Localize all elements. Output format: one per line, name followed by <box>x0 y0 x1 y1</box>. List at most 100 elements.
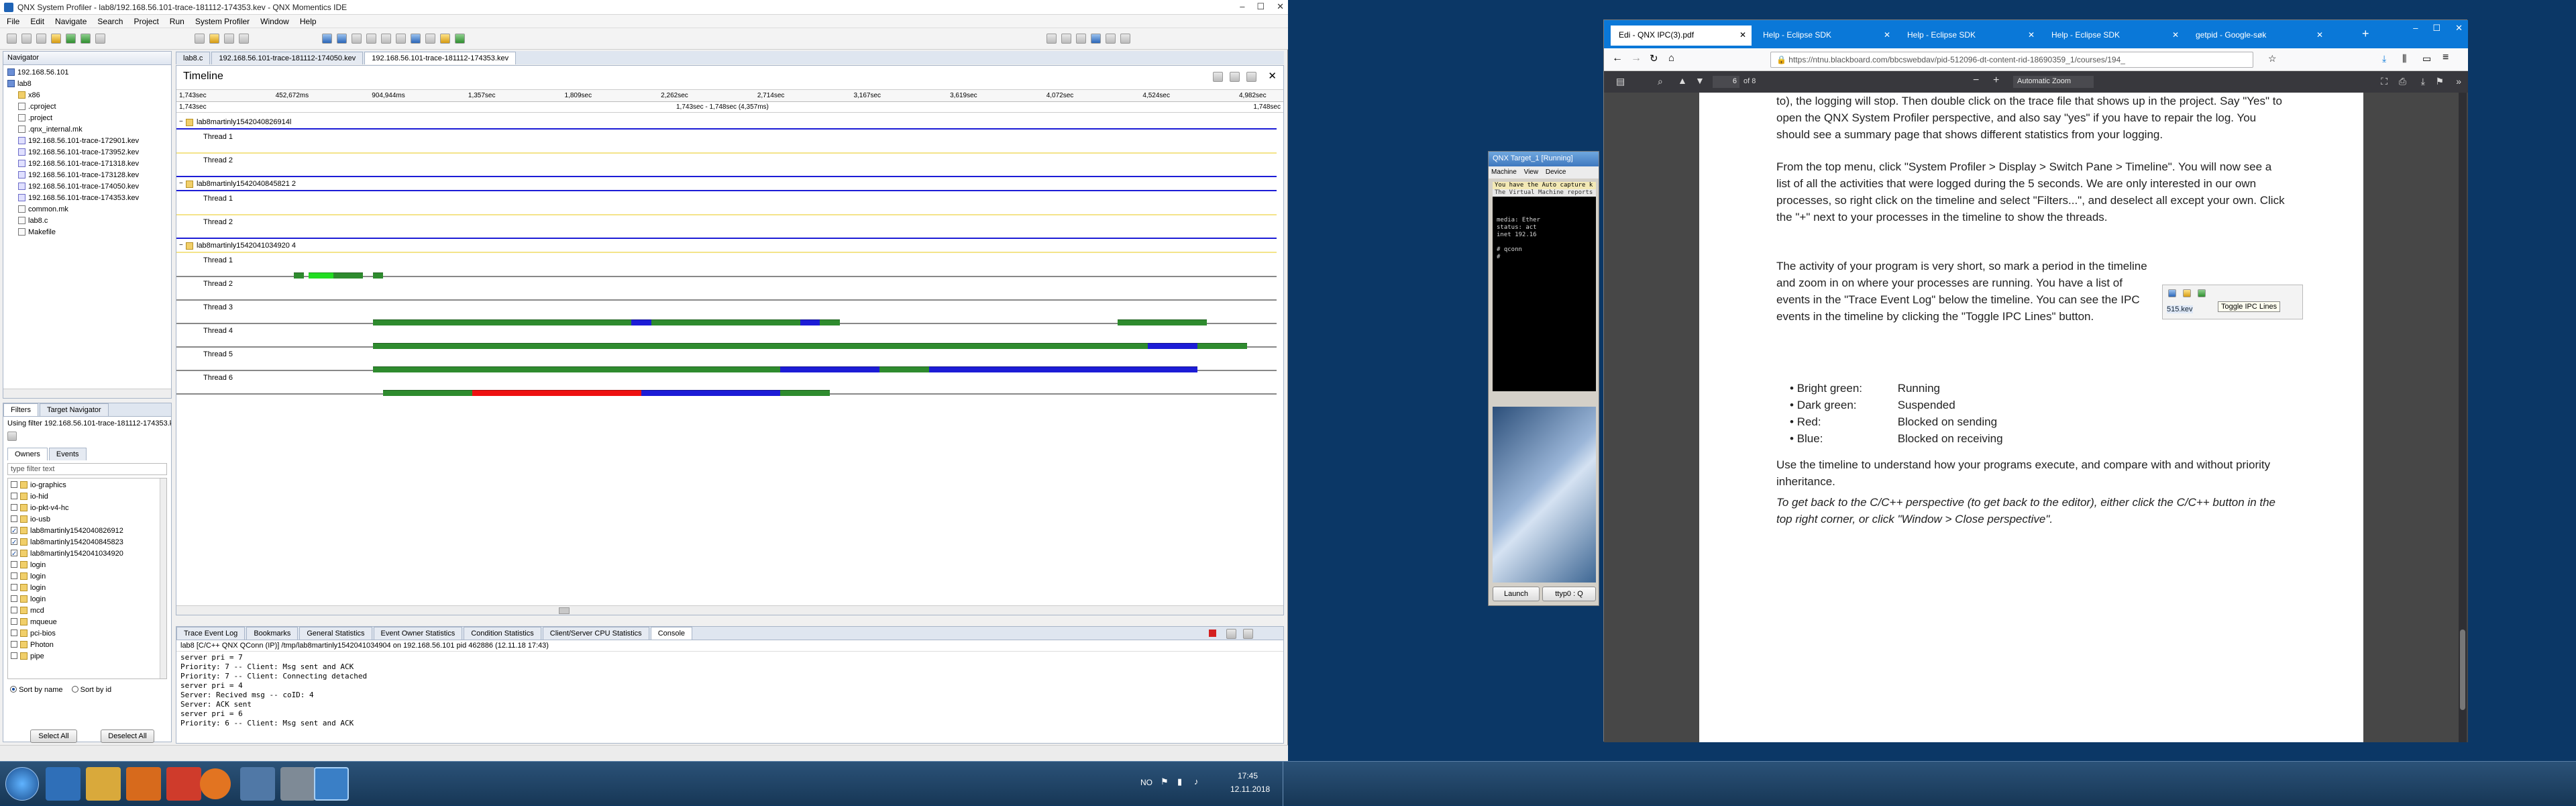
print-icon[interactable] <box>36 34 46 44</box>
collapse-icon[interactable]: − <box>179 242 183 249</box>
state-segment[interactable] <box>651 319 800 325</box>
tab-event-owner-statistics[interactable]: Event Owner Statistics <box>373 627 463 640</box>
process-row[interactable]: − lab8martinly1542041034920 4 <box>176 240 1277 253</box>
zoom-out-icon[interactable] <box>366 34 376 44</box>
bookmark-star-icon[interactable]: ☆ <box>2268 53 2277 64</box>
thread-row[interactable]: Thread 1 <box>176 255 1277 279</box>
tab-condition-statistics[interactable]: Condition Statistics <box>464 627 541 640</box>
toggle-ipc-lines-icon[interactable] <box>440 34 450 44</box>
owner-item[interactable]: io-graphics <box>11 480 164 491</box>
timeline-menu-icon[interactable] <box>1230 72 1240 82</box>
pdf-tools-icon[interactable]: » <box>2456 76 2461 87</box>
zoom-fit-icon[interactable] <box>381 34 391 44</box>
timeline-close-icon[interactable]: ✕ <box>1268 70 1277 82</box>
navigator-item[interactable]: 192.168.56.101-trace-173128.kev <box>7 170 167 181</box>
thread-row[interactable]: Thread 4 <box>176 325 1277 349</box>
process-row[interactable]: − lab8martinly1542040826914l <box>176 117 1277 130</box>
sort-name-radio[interactable] <box>10 686 17 693</box>
owner-checkbox[interactable] <box>11 584 17 591</box>
timeline-view-icon[interactable] <box>1213 72 1223 82</box>
tray-volume-icon[interactable]: ♪ <box>1194 776 1199 787</box>
owner-item[interactable]: pci-bios <box>11 628 164 640</box>
pdf-scrollbar[interactable] <box>2459 93 2467 742</box>
show-desktop-button[interactable] <box>1283 762 1288 806</box>
sidebar-icon[interactable]: ▭ <box>2422 53 2431 64</box>
owner-item[interactable]: io-usb <box>11 514 164 525</box>
owner-item[interactable]: login <box>11 594 164 605</box>
timeline-lanes[interactable]: − lab8martinly1542040826914l Thread 1 Threa… <box>176 113 1283 596</box>
state-segment[interactable] <box>1118 319 1208 325</box>
vm-terminal[interactable]: You have the Auto capture k The Virtual … <box>1493 182 1596 391</box>
tab-close-icon[interactable]: ✕ <box>1884 30 1890 40</box>
owner-checkbox[interactable] <box>11 652 17 659</box>
thread-row[interactable]: Thread 1 <box>176 193 1277 217</box>
tray-flag-icon[interactable]: ⚑ <box>1161 776 1169 787</box>
thread-row[interactable]: Thread 6 <box>176 372 1277 396</box>
state-segment[interactable] <box>1197 343 1247 349</box>
pdf-sidebar-toggle-icon[interactable]: ▤ <box>1616 76 1625 87</box>
taskbar-media-icon[interactable] <box>126 767 161 801</box>
browser-tab[interactable]: Help - Eclipse SDK ✕ <box>1899 26 2040 46</box>
filter-text-input[interactable]: type filter text <box>7 463 167 475</box>
pdf-print-icon[interactable]: ⎙ <box>2399 76 2406 87</box>
owner-checkbox[interactable] <box>11 595 17 602</box>
vm-terminal-button[interactable]: ttyp0 : Q <box>1542 587 1596 601</box>
navigator-item[interactable]: common.mk <box>7 204 167 215</box>
menu-system-profiler[interactable]: System Profiler <box>195 17 250 26</box>
navigator-item[interactable]: lab8.c <box>7 215 167 227</box>
tab-close-icon[interactable]: ✕ <box>2028 30 2035 40</box>
next-event-icon[interactable] <box>337 34 347 44</box>
menu-window[interactable]: Window <box>260 17 289 26</box>
library-icon[interactable]: ⫼ <box>2402 53 2406 64</box>
play-icon[interactable] <box>411 34 421 44</box>
pdf-next-page-icon[interactable]: ▼ <box>1695 75 1705 86</box>
language-indicator[interactable]: NO <box>1140 778 1152 787</box>
tab-close-icon[interactable]: ✕ <box>2316 30 2323 40</box>
taskbar-virtualbox-icon[interactable] <box>240 767 275 801</box>
thread-row[interactable]: Thread 5 <box>176 349 1277 372</box>
time-ruler[interactable]: 1,743sec 452,672ms 904,944ms 1,357sec 1,809s… <box>176 90 1283 102</box>
navigator-scrollbar[interactable] <box>3 389 171 398</box>
new-tab-icon[interactable]: + <box>2362 27 2369 41</box>
pdf-save-icon[interactable]: ⤓ <box>2421 76 2425 87</box>
open-type-icon[interactable] <box>209 34 219 44</box>
owner-checkbox[interactable] <box>11 481 17 488</box>
zoom-out-icon[interactable]: − <box>1973 74 1979 87</box>
state-segment[interactable] <box>820 319 840 325</box>
new-icon[interactable] <box>7 34 17 44</box>
menu-navigate[interactable]: Navigate <box>55 17 87 26</box>
state-segment[interactable] <box>333 272 364 279</box>
filter-settings-icon[interactable] <box>7 432 17 441</box>
state-segment[interactable] <box>631 319 651 325</box>
home-icon[interactable]: ⌂ <box>1668 52 1674 64</box>
navigator-item[interactable]: .qnx_internal.mk <box>7 124 167 136</box>
terminate-icon[interactable] <box>1209 629 1216 637</box>
owner-item[interactable]: Photon <box>11 640 164 651</box>
state-segment[interactable] <box>373 366 780 372</box>
pin-console-icon[interactable] <box>1243 629 1253 639</box>
clear-console-icon[interactable] <box>1226 629 1236 639</box>
perspective-icon[interactable] <box>1046 34 1057 44</box>
vm-menu-device[interactable]: Device <box>1546 168 1566 176</box>
state-segment[interactable] <box>800 319 820 325</box>
zoom-undo-icon[interactable] <box>396 34 406 44</box>
browser-tab[interactable]: Edi - QNX IPC(3).pdf ✕ <box>1611 26 1752 46</box>
owner-checkbox[interactable] <box>11 629 17 636</box>
state-segment[interactable] <box>780 390 830 396</box>
thread-row[interactable]: Thread 1 <box>176 132 1277 155</box>
state-segment[interactable] <box>1147 343 1197 349</box>
owner-item[interactable]: io-pkt-v4-hc <box>11 503 164 514</box>
navigator-item[interactable]: lab8 <box>7 79 167 90</box>
collapse-icon[interactable]: − <box>179 118 183 125</box>
browser-tab[interactable]: Help - Eclipse SDK ✕ <box>1755 26 1896 46</box>
run-icon[interactable] <box>80 34 91 44</box>
owner-checkbox[interactable] <box>11 525 17 537</box>
state-segment[interactable] <box>472 390 641 396</box>
timeline-minimize-icon[interactable] <box>1246 72 1256 82</box>
navigator-item[interactable]: 192.168.56.101 <box>7 67 167 79</box>
thread-row[interactable]: Thread 3 <box>176 302 1277 325</box>
taskbar-explorer-icon[interactable] <box>86 767 121 801</box>
tab-close-icon[interactable]: ✕ <box>2172 30 2179 40</box>
tab-events[interactable]: Events <box>48 448 87 460</box>
start-button[interactable] <box>5 767 39 801</box>
